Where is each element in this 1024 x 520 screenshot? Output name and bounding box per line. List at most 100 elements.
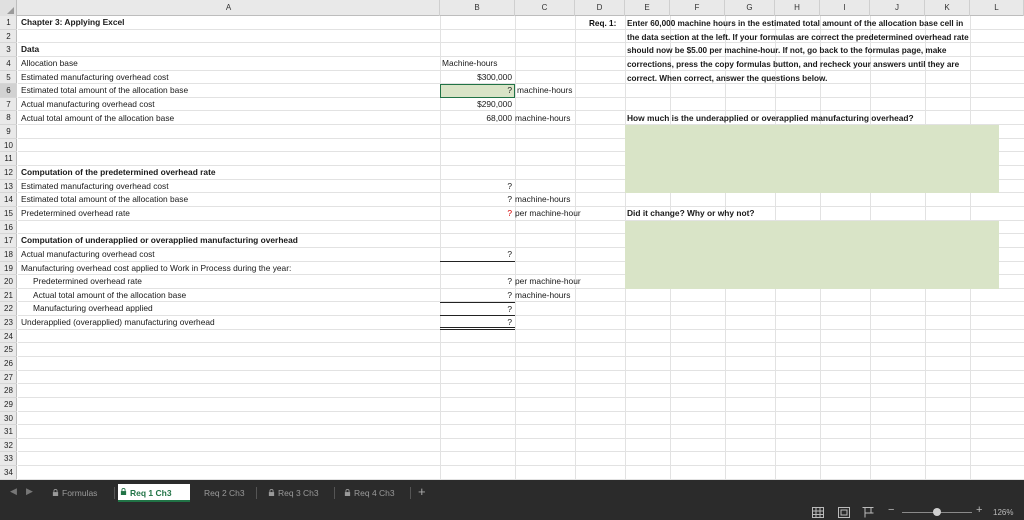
cell-grid[interactable]: Chapter 3: Applying Excel Data Allocatio… — [18, 16, 1024, 480]
cell-a22[interactable]: Manufacturing overhead applied — [33, 302, 153, 316]
row-header-15[interactable]: 15 — [0, 207, 17, 221]
cell-a13[interactable]: Estimated manufacturing overhead cost — [21, 180, 169, 194]
row-header-25[interactable]: 25 — [0, 343, 17, 357]
cell-a7[interactable]: Actual manufacturing overhead cost — [21, 98, 155, 112]
cell-b7[interactable]: $290,000 — [440, 98, 512, 112]
prev-sheet-arrow-icon[interactable]: ◀ — [10, 486, 17, 497]
row-header-27[interactable]: 27 — [0, 371, 17, 385]
cell-a6[interactable]: Estimated total amount of the allocation… — [21, 84, 188, 98]
column-header-i[interactable]: I — [820, 0, 870, 16]
row-header-17[interactable]: 17 — [0, 234, 17, 248]
row-header-22[interactable]: 22 — [0, 302, 17, 317]
page-break-view-icon[interactable] — [862, 507, 874, 518]
column-header-g[interactable]: G — [725, 0, 775, 16]
cell-c14[interactable]: machine-hours — [515, 193, 570, 207]
column-header-b[interactable]: B — [440, 0, 515, 16]
cell-a15[interactable]: Predetermined overhead rate — [21, 207, 130, 221]
tab-req-1-ch3[interactable]: Req 1 Ch3 — [118, 484, 190, 502]
row-header-26[interactable]: 26 — [0, 357, 17, 371]
cell-b20[interactable]: ? — [440, 275, 512, 289]
cell-b5[interactable]: $300,000 — [440, 71, 512, 85]
row-header-1[interactable]: 1 — [0, 16, 17, 30]
row-header-32[interactable]: 32 — [0, 439, 17, 453]
row-header-21[interactable]: 21 — [0, 289, 17, 303]
row-header-24[interactable]: 24 — [0, 330, 17, 344]
cell-a20[interactable]: Predetermined overhead rate — [33, 275, 142, 289]
cell-a21[interactable]: Actual total amount of the allocation ba… — [33, 289, 186, 303]
column-header-d[interactable]: D — [575, 0, 625, 16]
column-header-k[interactable]: K — [925, 0, 970, 16]
row-header-31[interactable]: 31 — [0, 425, 17, 439]
row-header-18[interactable]: 18 — [0, 248, 17, 262]
cell-a19[interactable]: Manufacturing overhead cost applied to W… — [21, 262, 291, 276]
tab-req-2-ch3[interactable]: Req 2 Ch3 — [192, 485, 254, 501]
page-layout-view-icon[interactable] — [838, 507, 850, 518]
row-header-11[interactable]: 11 — [0, 152, 17, 167]
row-header-7[interactable]: 7 — [0, 98, 17, 112]
cell-e15-question[interactable]: Did it change? Why or why not? — [627, 207, 754, 221]
cell-a5[interactable]: Estimated manufacturing overhead cost — [21, 71, 169, 85]
row-header-4[interactable]: 4 — [0, 57, 17, 71]
cell-a1-title[interactable]: Chapter 3: Applying Excel — [21, 16, 124, 30]
zoom-slider-handle[interactable] — [933, 508, 941, 516]
row-header-20[interactable]: 20 — [0, 275, 17, 289]
cell-a23[interactable]: Underapplied (overapplied) manufacturing… — [21, 316, 215, 330]
row-header-6[interactable]: 6 — [0, 84, 17, 98]
row-header-2[interactable]: 2 — [0, 30, 17, 44]
cell-d1-req-label[interactable]: Req. 1: — [589, 17, 616, 31]
next-sheet-arrow-icon[interactable]: ▶ — [26, 486, 33, 497]
select-all-corner[interactable] — [0, 0, 17, 16]
cell-a4[interactable]: Allocation base — [21, 57, 78, 71]
cell-b21[interactable]: ? — [440, 289, 512, 303]
row-header-10[interactable]: 10 — [0, 139, 17, 153]
cell-a14[interactable]: Estimated total amount of the allocation… — [21, 193, 188, 207]
row-header-23[interactable]: 23 — [0, 316, 17, 330]
cell-c8[interactable]: machine-hours — [515, 112, 570, 126]
cell-a18[interactable]: Actual manufacturing overhead cost — [21, 248, 155, 262]
cell-b15[interactable]: ? — [440, 207, 512, 221]
cell-a17[interactable]: Computation of underapplied or overappli… — [21, 234, 298, 248]
cell-b18[interactable]: ? — [440, 248, 515, 262]
cell-b6[interactable]: ? — [440, 84, 512, 98]
row-header-3[interactable]: 3 — [0, 43, 17, 57]
normal-view-icon[interactable] — [812, 507, 824, 518]
column-header-j[interactable]: J — [870, 0, 925, 16]
column-header-c[interactable]: C — [515, 0, 575, 16]
cell-c15[interactable]: per machine-hour — [515, 207, 581, 221]
cell-a3[interactable]: Data — [21, 43, 39, 57]
row-header-13[interactable]: 13 — [0, 180, 17, 194]
row-header-5[interactable]: 5 — [0, 71, 17, 85]
tab-formulas[interactable]: Formulas — [50, 485, 112, 501]
column-header-f[interactable]: F — [670, 0, 725, 16]
cell-b23[interactable]: ? — [440, 316, 515, 330]
column-header-a[interactable]: A — [18, 0, 440, 16]
row-header-30[interactable]: 30 — [0, 412, 17, 426]
row-header-29[interactable]: 29 — [0, 398, 17, 412]
row-header-34[interactable]: 34 — [0, 466, 17, 480]
add-sheet-plus-icon[interactable]: + — [418, 484, 426, 499]
tab-req-3-ch3[interactable]: Req 3 Ch3 — [266, 485, 332, 501]
zoom-level[interactable]: 126% — [993, 507, 1013, 518]
row-header-9[interactable]: 9 — [0, 125, 17, 139]
zoom-out-icon[interactable]: − — [888, 505, 894, 516]
instruction-note[interactable]: Enter 60,000 machine hours in the estima… — [627, 17, 972, 85]
cell-b13[interactable]: ? — [440, 180, 512, 194]
tab-req-4-ch3[interactable]: Req 4 Ch3 — [342, 485, 408, 501]
row-header-28[interactable]: 28 — [0, 384, 17, 398]
column-header-h[interactable]: H — [775, 0, 820, 16]
answer-box-change[interactable] — [625, 220, 999, 289]
cell-c20[interactable]: per machine-hour — [515, 275, 581, 289]
zoom-in-icon[interactable]: + — [976, 505, 982, 516]
column-header-e[interactable]: E — [625, 0, 670, 16]
row-header-19[interactable]: 19 — [0, 262, 17, 276]
row-header-12[interactable]: 12 — [0, 166, 17, 180]
cell-b14[interactable]: ? — [440, 193, 512, 207]
row-header-8[interactable]: 8 — [0, 111, 17, 126]
cell-c6[interactable]: machine-hours — [517, 84, 572, 98]
cell-e8-question[interactable]: How much is the underapplied or overappl… — [627, 112, 914, 126]
cell-b22[interactable]: ? — [440, 302, 515, 317]
row-header-33[interactable]: 33 — [0, 452, 17, 467]
row-header-14[interactable]: 14 — [0, 193, 17, 207]
answer-box-overhead[interactable] — [625, 125, 999, 194]
cell-a8[interactable]: Actual total amount of the allocation ba… — [21, 112, 174, 126]
